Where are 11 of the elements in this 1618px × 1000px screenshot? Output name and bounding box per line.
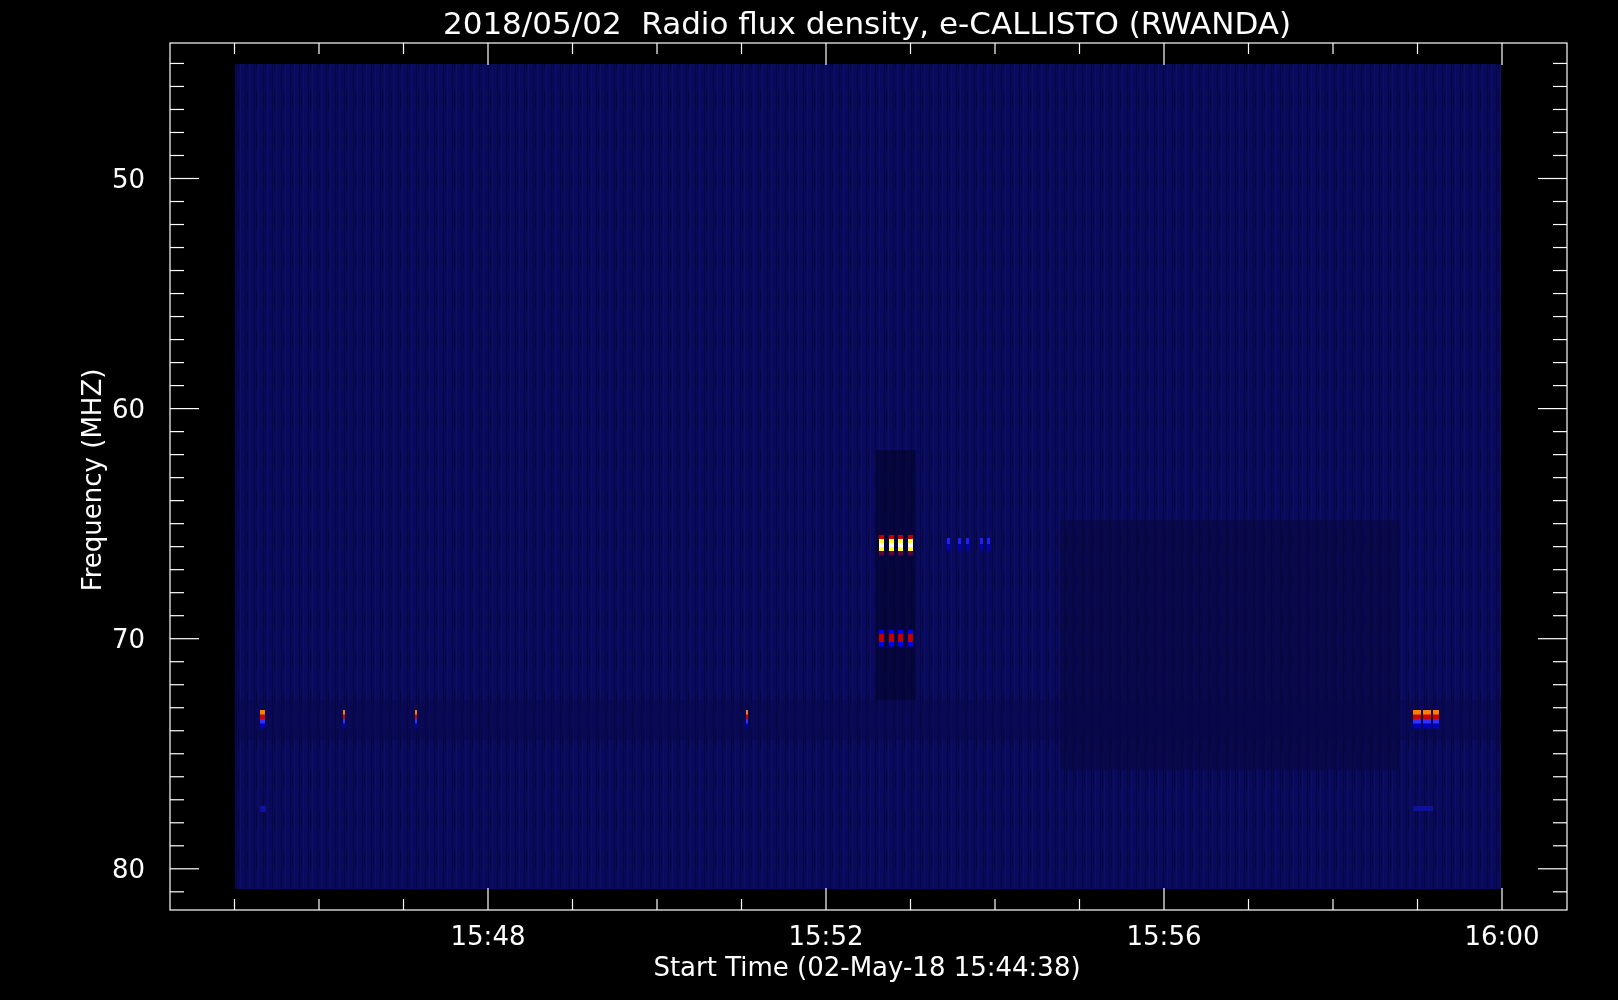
axis-label: Start Time (02-May-18 15:44:38) bbox=[653, 952, 1081, 982]
tick-label: 15:52 bbox=[788, 921, 864, 951]
tick-label: 70 bbox=[111, 623, 145, 654]
tick-label: 15:56 bbox=[1126, 921, 1202, 951]
plot-title: 2018/05/02 Radio flux density, e-CALLISTO (RWANDA) bbox=[442, 5, 1292, 41]
tick-label: 50 bbox=[111, 163, 145, 194]
axis-label: Frequency (MHZ) bbox=[77, 368, 107, 592]
tick-label: 15:48 bbox=[450, 921, 526, 951]
tick-label: 80 bbox=[111, 853, 145, 884]
tick-label: 60 bbox=[111, 393, 145, 424]
tick-label: 16:00 bbox=[1464, 921, 1540, 951]
